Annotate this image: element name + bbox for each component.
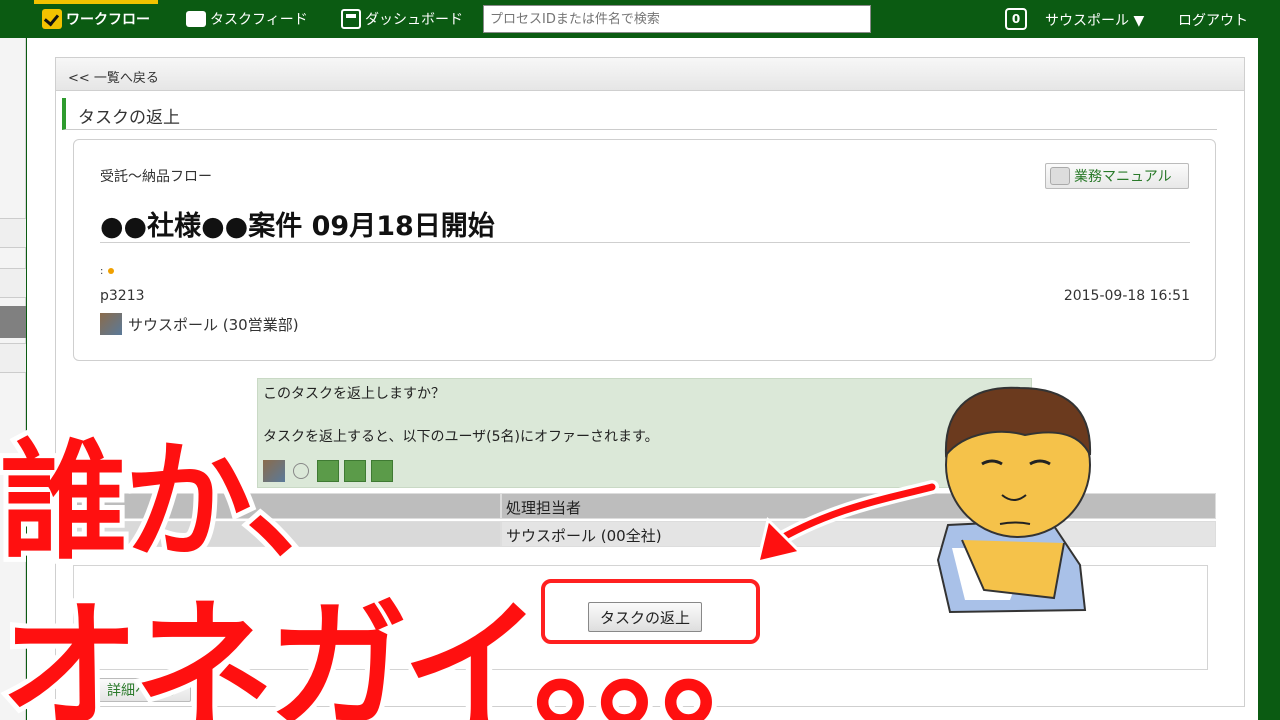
flow-name: 受託～納品フロー (100, 169, 212, 185)
divider (100, 242, 1190, 243)
timestamp: 2015-09-18 16:51 (1063, 288, 1190, 304)
manual-icon (1050, 167, 1070, 185)
process-id: p3213 (100, 288, 145, 304)
nav-taskfeed[interactable]: タスクフィード (186, 6, 308, 32)
status-dots: : (100, 266, 114, 277)
section-title: タスクの返上 (62, 98, 1217, 130)
nav-workflow-label: ワークフロー (66, 12, 150, 28)
chat-bubble-icon (186, 11, 206, 27)
right-edge (1258, 38, 1280, 720)
manual-button[interactable]: 業務マニュアル (1045, 163, 1189, 189)
user-menu[interactable]: サウスポール ▼ (1045, 10, 1144, 30)
sidebar-item-active[interactable] (0, 306, 26, 338)
avatar-photo (100, 313, 122, 335)
overlay-text-line2: オネガイ。。。 (0, 581, 806, 720)
nav-workflow[interactable]: ワークフロー (34, 0, 158, 32)
user-green-icon[interactable] (371, 460, 393, 482)
table-row-value: サウスポール (00全社) (501, 521, 1216, 547)
logout-link[interactable]: ログアウト (1178, 10, 1248, 30)
check-icon (42, 9, 62, 29)
sidebar-item[interactable] (0, 343, 26, 373)
nav-dashboard[interactable]: ダッシュボード (341, 6, 463, 32)
sidebar-item[interactable] (0, 218, 26, 248)
case-title: ●●社様●●案件 09月18日開始 (100, 211, 495, 242)
sidebar-item[interactable] (0, 268, 26, 298)
back-to-list-link[interactable]: << 一覧へ戻る (55, 57, 1245, 91)
manual-button-label: 業務マニュアル (1074, 169, 1172, 185)
owner[interactable]: サウスポール (30営業部) (100, 313, 299, 335)
table-header-value: 処理担当者 (501, 493, 1216, 519)
notification-badge[interactable]: 0 (1005, 8, 1027, 30)
owner-name: サウスポール (30営業部) (128, 315, 299, 334)
orange-dot-icon (107, 268, 114, 274)
nav-dashboard-label: ダッシュボード (365, 12, 463, 28)
dashboard-icon (341, 9, 361, 29)
search-input[interactable] (483, 5, 871, 33)
nav-taskfeed-label: タスクフィード (210, 12, 308, 28)
